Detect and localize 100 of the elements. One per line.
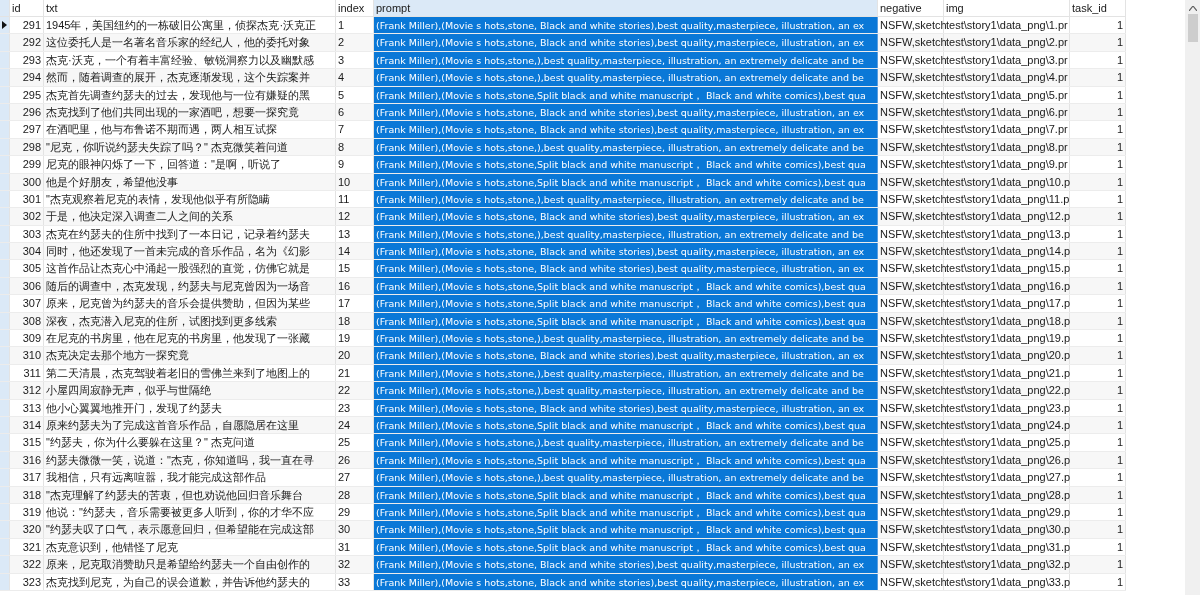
table-cell: 约瑟夫微微一笑，说道："杰克，你知道吗，我一直在寻 [44, 451, 336, 469]
table-cell: 1 [1070, 503, 1126, 521]
table-cell: (Frank Miller),(Movie s hots,stone,Split black and white manuscript， Black and white comics),best qua [374, 521, 878, 538]
table-cell: 在酒吧里，他与布鲁诺不期而遇，两人相互试探 [44, 121, 336, 138]
table-cell: NSFW,sketch [878, 364, 944, 382]
table-cell: "约瑟夫，你为什么要躲在这里？" 杰克问道 [44, 434, 336, 451]
table-cell: 312 [10, 382, 44, 399]
column-header[interactable]: img [944, 0, 1070, 16]
table-cell: 1 [1070, 156, 1126, 173]
table-cell: 杰克在约瑟夫的住所中找到了一本日记，记录着约瑟夫 [44, 225, 336, 243]
table-cell: NSFW,sketch [878, 382, 944, 399]
table-cell: 1 [1070, 538, 1126, 556]
table-cell: 1 [1070, 34, 1126, 51]
table-cell: 这位委托人是一名著名音乐家的经纪人，他的委托对象 [44, 34, 336, 51]
table-cell: 原来，尼克取消赞助只是希望给约瑟夫一个自由创作的 [44, 556, 336, 573]
table-cell: (Frank Miller),(Movie s hots,stone, Black and white stories),best quality,masterpiece, illustration, an ex [374, 243, 878, 260]
table-cell: 1 [1070, 121, 1126, 138]
table-cell: NSFW,sketch [878, 173, 944, 190]
table-cell: 304 [10, 243, 44, 260]
table-cell: 308 [10, 312, 44, 330]
table-cell: NSFW,sketch [878, 51, 944, 69]
table-cell: NSFW,sketch [878, 538, 944, 556]
table-cell: 320 [10, 521, 44, 538]
table-cell: 1 [1070, 173, 1126, 190]
table-cell: 深夜，杰克潜入尼克的住所，试图找到更多线索 [44, 312, 336, 330]
table-cell: 1 [1070, 243, 1126, 260]
table-cell: (Frank Miller),(Movie s hots,stone,),best quality,masterpiece, illustration, an extremely delicate and be [374, 469, 878, 486]
table-cell: 原来，尼克曾为约瑟夫的音乐会提供赞助，但因为某些 [44, 295, 336, 312]
table-cell: (Frank Miller),(Movie s hots,stone, Black and white stories),best quality,masterpiece, illustration, an ex [374, 347, 878, 364]
column-header[interactable]: id [10, 0, 44, 16]
table-cell: NSFW,sketch [878, 225, 944, 243]
column-header[interactable]: prompt [374, 0, 878, 16]
row-header[interactable] [0, 17, 10, 34]
column-header[interactable]: task_id [1070, 0, 1126, 16]
table-cell: 301 [10, 190, 44, 208]
table-cell: 309 [10, 330, 44, 347]
table-cell: 尼克的眼神闪烁了一下，回答道："是啊，听说了 [44, 156, 336, 173]
table-cell: 292 [10, 34, 44, 51]
table-cell: 323 [10, 573, 44, 590]
table-cell: NSFW,sketch [878, 556, 944, 573]
table-cell: NSFW,sketch [878, 34, 944, 51]
table-cell: 1 [1070, 451, 1126, 469]
table-cell: 1 [1070, 347, 1126, 364]
table-cell: 1 [1070, 277, 1126, 295]
table-cell: 302 [10, 208, 44, 225]
scrollbar[interactable] [1185, 0, 1200, 595]
table-cell: NSFW,sketch [878, 243, 944, 260]
table-cell: NSFW,sketch [878, 138, 944, 156]
table-cell: 于是，他决定深入调查二人之间的关系 [44, 208, 336, 225]
scrollbar-thumb[interactable] [1187, 14, 1198, 42]
table-cell: 1 [1070, 312, 1126, 330]
table-cell: 杰克找到了他们共同出现的一家酒吧，想要一探究竟 [44, 103, 336, 121]
table-cell: NSFW,sketch [878, 312, 944, 330]
table-cell: 295 [10, 86, 44, 103]
table-cell: 1 [1070, 190, 1126, 208]
table-cell: NSFW,sketch [878, 486, 944, 503]
column-header[interactable]: txt [44, 0, 336, 16]
table-cell: 306 [10, 277, 44, 295]
table-cell: 随后的调查中，杰克发现，约瑟夫与尼克曾因为一场音 [44, 277, 336, 295]
table-cell: NSFW,sketch [878, 469, 944, 486]
table-cell: 1 [1070, 364, 1126, 382]
table-cell: (Frank Miller),(Movie s hots,stone,),best quality,masterpiece, illustration, an extremely delicate and be [374, 434, 878, 451]
table-cell: "尼克，你听说约瑟夫失踪了吗？" 杰克微笑着问道 [44, 138, 336, 156]
table-cell: 1 [1070, 103, 1126, 121]
table-cell: 然而，随着调查的展开，杰克逐渐发现，这个失踪案并 [44, 69, 336, 86]
table-cell: 1 [1070, 469, 1126, 486]
table-cell: 297 [10, 121, 44, 138]
table-cell: 他是个好朋友，希望他没事 [44, 173, 336, 190]
table-cell: NSFW,sketch [878, 451, 944, 469]
table-cell: 1 [1070, 417, 1126, 434]
table-cell: 314 [10, 417, 44, 434]
table-cell: NSFW,sketch [878, 330, 944, 347]
table-cell: NSFW,sketch [878, 121, 944, 138]
table-cell: (Frank Miller),(Movie s hots,stone,),best quality,masterpiece, illustration, an extremely delicate and be [374, 69, 878, 86]
table-cell: 319 [10, 503, 44, 521]
table-cell: 1 [1070, 486, 1126, 503]
table-cell: (Frank Miller),(Movie s hots,stone, Black and white stories),best quality,masterpiece, illustration, an ex [374, 121, 878, 138]
table-cell: 317 [10, 469, 44, 486]
table-cell: NSFW,sketch [878, 573, 944, 590]
table-cell: 1 [1070, 295, 1126, 312]
table-cell: NSFW,sketch [878, 17, 944, 34]
table-cell: (Frank Miller),(Movie s hots,stone,),best quality,masterpiece, illustration, an extremely delicate and be [374, 382, 878, 399]
table-cell: 1 [1070, 51, 1126, 69]
table-cell: (Frank Miller),(Movie s hots,stone, Black and white stories),best quality,masterpiece, illustration, an ex [374, 260, 878, 277]
column-header[interactable]: index [336, 0, 374, 16]
table-cell: 1 [1070, 382, 1126, 399]
table-cell: 1 [1070, 434, 1126, 451]
column-header[interactable]: negative [878, 0, 944, 16]
table-cell: 杰克找到尼克，为自己的误会道歉，并告诉他约瑟夫的 [44, 573, 336, 590]
table-cell: 307 [10, 295, 44, 312]
table-cell: 300 [10, 173, 44, 190]
table-cell: NSFW,sketch [878, 417, 944, 434]
table-cell: NSFW,sketch [878, 347, 944, 364]
table-cell: 杰克决定去那个地方一探究竟 [44, 347, 336, 364]
table-cell: 1 [1070, 556, 1126, 573]
table-cell: 291 [10, 17, 44, 34]
table-cell: 1 [1070, 225, 1126, 243]
table-cell: (Frank Miller),(Movie s hots,stone,Split black and white manuscript， Black and white comics),best qua [374, 295, 878, 312]
table-cell: 299 [10, 156, 44, 173]
scroll-up-icon[interactable] [1188, 6, 1197, 11]
